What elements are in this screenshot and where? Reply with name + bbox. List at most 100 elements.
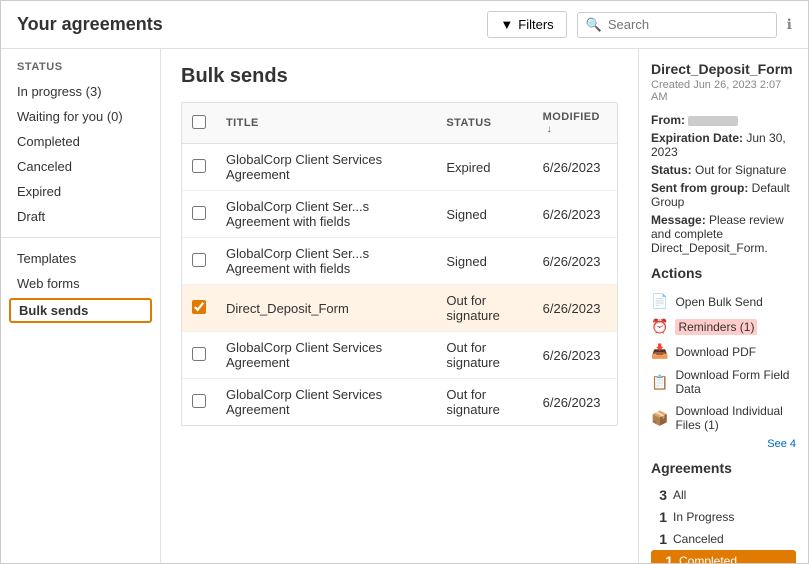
action-download-individual-label: Download Individual Files (1) [675, 404, 796, 432]
panel-expiration: Expiration Date: Jun 30, 2023 [651, 131, 796, 159]
sidebar-item-bulk-sends[interactable]: Bulk sends [9, 298, 152, 323]
table-body: GlobalCorp Client Services Agreement Exp… [182, 144, 617, 426]
row-checkbox-4[interactable] [192, 347, 206, 361]
row-status: Signed [436, 191, 532, 238]
row-check-col [182, 191, 216, 238]
table-header-row: TITLE STATUS MODIFIED ↓ [182, 103, 617, 144]
download-pdf-icon: 📥 [651, 343, 668, 360]
action-download-individual[interactable]: 📦 Download Individual Files (1) [651, 400, 796, 436]
row-status: Out for signature [436, 285, 532, 332]
table-row[interactable]: GlobalCorp Client Ser...s Agreement with… [182, 238, 617, 285]
see-all-link[interactable]: See 4 [651, 438, 796, 450]
content-area: Bulk sends TITLE STATUS [161, 49, 638, 563]
sidebar-divider [1, 237, 160, 238]
top-bar-actions: ▼ Filters 🔍 ℹ [487, 11, 792, 38]
panel-message: Message: Please review and complete Dire… [651, 213, 796, 255]
row-modified: 6/26/2023 [533, 379, 617, 426]
download-form-field-icon: 📋 [651, 374, 668, 391]
table-row[interactable]: GlobalCorp Client Services Agreement Out… [182, 379, 617, 426]
sidebar-item-in-progress[interactable]: In progress (3) [1, 79, 160, 104]
table-row[interactable]: GlobalCorp Client Ser...s Agreement with… [182, 191, 617, 238]
sidebar-item-expired[interactable]: Expired [1, 179, 160, 204]
row-title: GlobalCorp Client Ser...s Agreement with… [216, 238, 436, 285]
modified-col-header[interactable]: MODIFIED ↓ [533, 103, 617, 144]
sidebar-item-completed[interactable]: Completed [1, 129, 160, 154]
search-icon: 🔍 [586, 17, 602, 33]
download-individual-icon: 📦 [651, 410, 668, 427]
search-box: 🔍 [577, 12, 777, 38]
right-panel: Direct_Deposit_Form Created Jun 26, 2023… [638, 49, 808, 563]
row-checkbox-2[interactable] [192, 253, 206, 267]
action-download-pdf[interactable]: 📥 Download PDF [651, 339, 796, 364]
row-check-col [182, 379, 216, 426]
filter-button[interactable]: ▼ Filters [487, 11, 566, 38]
sidebar-item-web-forms[interactable]: Web forms [1, 271, 160, 296]
top-bar: Your agreements ▼ Filters 🔍 ℹ [1, 1, 808, 49]
row-title: GlobalCorp Client Ser...s Agreement with… [216, 191, 436, 238]
action-download-form-field-label: Download Form Field Data [675, 368, 796, 396]
agreements-canceled-label: Canceled [673, 532, 724, 546]
status-col-header[interactable]: STATUS [436, 103, 532, 144]
select-all-checkbox[interactable] [192, 115, 206, 129]
agreements-section: Agreements 3 All 1 In Progress 1 Cancele… [651, 460, 796, 563]
row-check-col [182, 332, 216, 379]
action-download-form-field[interactable]: 📋 Download Form Field Data [651, 364, 796, 400]
action-download-pdf-label: Download PDF [675, 345, 756, 359]
row-status: Out for signature [436, 332, 532, 379]
action-open-bulk-send[interactable]: 📄 Open Bulk Send [651, 289, 796, 314]
row-modified: 6/26/2023 [533, 332, 617, 379]
agreements-row-all[interactable]: 3 All [651, 484, 796, 506]
sidebar-item-draft[interactable]: Draft [1, 204, 160, 229]
panel-sent-from: Sent from group: Default Group [651, 181, 796, 209]
filter-icon: ▼ [500, 17, 513, 32]
select-all-col [182, 103, 216, 144]
panel-created: Created Jun 26, 2023 2:07 AM [651, 79, 796, 103]
bulk-sends-table-wrapper: TITLE STATUS MODIFIED ↓ [181, 102, 618, 426]
row-modified: 6/26/2023 [533, 144, 617, 191]
row-status: Signed [436, 238, 532, 285]
agreements-row-in-progress[interactable]: 1 In Progress [651, 506, 796, 528]
content-title: Bulk sends [181, 65, 618, 88]
row-checkbox-3[interactable] [192, 300, 206, 314]
action-open-bulk-send-label: Open Bulk Send [675, 295, 762, 309]
row-check-col [182, 238, 216, 285]
search-input[interactable] [608, 17, 768, 32]
row-modified: 6/26/2023 [533, 285, 617, 332]
panel-from: From: [651, 113, 796, 127]
row-modified: 6/26/2023 [533, 191, 617, 238]
row-title: GlobalCorp Client Services Agreement [216, 332, 436, 379]
row-modified: 6/26/2023 [533, 238, 617, 285]
row-checkbox-1[interactable] [192, 206, 206, 220]
agreements-row-canceled[interactable]: 1 Canceled [651, 528, 796, 550]
sidebar-item-canceled[interactable]: Canceled [1, 154, 160, 179]
agreements-all-label: All [673, 488, 686, 502]
agreements-all-num: 3 [651, 487, 667, 503]
agreements-completed-label: Completed [679, 554, 737, 563]
agreements-in-progress-num: 1 [651, 509, 667, 525]
table-row[interactable]: Direct_Deposit_Form Out for signature 6/… [182, 285, 617, 332]
table-row[interactable]: GlobalCorp Client Services Agreement Out… [182, 332, 617, 379]
row-checkbox-5[interactable] [192, 394, 206, 408]
row-checkbox-0[interactable] [192, 159, 206, 173]
sidebar: STATUS In progress (3) Waiting for you (… [1, 49, 161, 563]
agreements-row-completed[interactable]: 1 Completed [651, 550, 796, 563]
agreements-completed-num: 1 [657, 553, 673, 563]
actions-section-title: Actions [651, 265, 796, 281]
title-col-header[interactable]: TITLE [216, 103, 436, 144]
panel-doc-title: Direct_Deposit_Form [651, 61, 796, 77]
table-row[interactable]: GlobalCorp Client Services Agreement Exp… [182, 144, 617, 191]
sidebar-item-templates[interactable]: Templates [1, 246, 160, 271]
main-layout: STATUS In progress (3) Waiting for you (… [1, 49, 808, 563]
action-reminders[interactable]: ⏰ Reminders (1) [651, 314, 796, 339]
sort-icon: ↓ [547, 124, 552, 135]
info-icon[interactable]: ℹ [787, 16, 792, 33]
bulk-sends-table: TITLE STATUS MODIFIED ↓ [182, 103, 617, 425]
sidebar-item-waiting[interactable]: Waiting for you (0) [1, 104, 160, 129]
row-status: Out for signature [436, 379, 532, 426]
row-status: Expired [436, 144, 532, 191]
action-reminders-label: Reminders (1) [675, 319, 757, 335]
row-check-col [182, 285, 216, 332]
status-section-label: STATUS [1, 61, 160, 79]
agreements-in-progress-label: In Progress [673, 510, 734, 524]
open-bulk-send-icon: 📄 [651, 293, 668, 310]
